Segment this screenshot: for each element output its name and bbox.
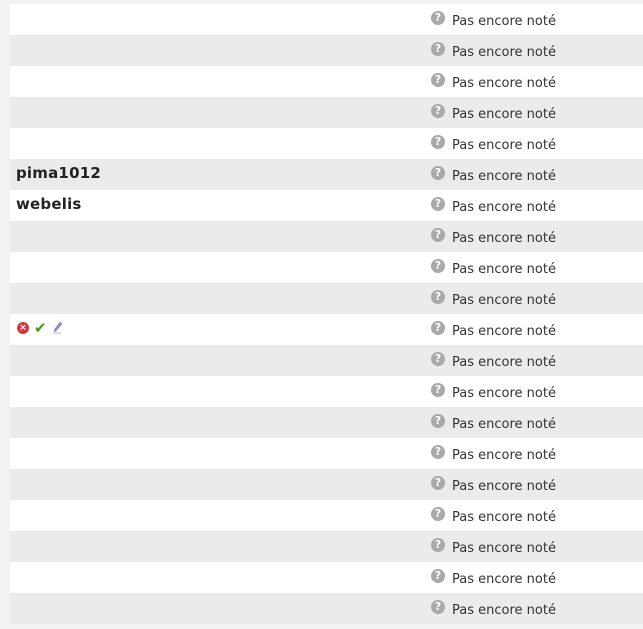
question-icon[interactable]: ? [431, 507, 445, 521]
question-icon[interactable]: ? [431, 476, 445, 490]
username[interactable]: webelis [16, 195, 82, 213]
approve-icon[interactable]: ✔ [34, 321, 47, 336]
rating-status: ? Pas encore noté [431, 10, 556, 30]
list-item: × ✔ ? Pas encore noté [10, 314, 643, 345]
rating-status: ? Pas encore noté [431, 134, 556, 154]
rating-status: ? Pas encore noté [431, 382, 556, 402]
delete-icon[interactable]: × [17, 322, 29, 334]
question-icon[interactable]: ? [431, 538, 445, 552]
question-icon[interactable]: ? [431, 321, 445, 335]
rating-status-text: Pas encore noté [452, 417, 556, 432]
rating-status: ? Pas encore noté [431, 351, 556, 371]
question-icon[interactable]: ? [431, 73, 445, 87]
rating-status-text: Pas encore noté [452, 572, 556, 587]
rating-status: ? Pas encore noté [431, 444, 556, 464]
question-icon[interactable]: ? [431, 42, 445, 56]
rating-status: ? Pas encore noté [431, 165, 556, 185]
question-icon[interactable]: ? [431, 104, 445, 118]
rating-status: ? Pas encore noté [431, 320, 556, 340]
rating-status-text: Pas encore noté [452, 324, 556, 339]
question-icon[interactable]: ? [431, 445, 445, 459]
rating-status-text: Pas encore noté [452, 138, 556, 153]
rating-status-text: Pas encore noté [452, 293, 556, 308]
rating-status-text: Pas encore noté [452, 76, 556, 91]
question-icon[interactable]: ? [431, 228, 445, 242]
list-item: webelis ? Pas encore noté [10, 190, 643, 221]
rating-status-text: Pas encore noté [452, 386, 556, 401]
rating-status-text: Pas encore noté [452, 200, 556, 215]
rating-status: ? Pas encore noté [431, 227, 556, 247]
list-item: ? Pas encore noté [10, 500, 643, 531]
rating-status-text: Pas encore noté [452, 448, 556, 463]
question-icon[interactable]: ? [431, 414, 445, 428]
rating-status-text: Pas encore noté [452, 14, 556, 29]
list-item: ? Pas encore noté [10, 97, 643, 128]
list-item: ? Pas encore noté [10, 345, 643, 376]
rating-status: ? Pas encore noté [431, 537, 556, 557]
username[interactable]: pima1012 [16, 164, 101, 182]
question-icon[interactable]: ? [431, 259, 445, 273]
list-item: ? Pas encore noté [10, 221, 643, 252]
list-item: ? Pas encore noté [10, 531, 643, 562]
rating-status-text: Pas encore noté [452, 169, 556, 184]
rating-status-text: Pas encore noté [452, 479, 556, 494]
rating-status-text: Pas encore noté [452, 603, 556, 618]
list-item: ? Pas encore noté [10, 593, 643, 624]
question-icon[interactable]: ? [431, 166, 445, 180]
rating-status: ? Pas encore noté [431, 41, 556, 61]
rating-status-text: Pas encore noté [452, 45, 556, 60]
rating-status-text: Pas encore noté [452, 510, 556, 525]
rating-status: ? Pas encore noté [431, 475, 556, 495]
rating-status: ? Pas encore noté [431, 196, 556, 216]
rating-status: ? Pas encore noté [431, 258, 556, 278]
rating-status: ? Pas encore noté [431, 72, 556, 92]
list-item: ? Pas encore noté [10, 66, 643, 97]
question-icon[interactable]: ? [431, 290, 445, 304]
list-item: ? Pas encore noté [10, 376, 643, 407]
row-actions: × ✔ [17, 321, 62, 336]
rating-status-text: Pas encore noté [452, 107, 556, 122]
rating-status-text: Pas encore noté [452, 355, 556, 370]
rating-status-text: Pas encore noté [452, 541, 556, 556]
rating-status: ? Pas encore noté [431, 103, 556, 123]
rating-status: ? Pas encore noté [431, 413, 556, 433]
question-icon[interactable]: ? [431, 600, 445, 614]
question-icon[interactable]: ? [431, 352, 445, 366]
rating-status-text: Pas encore noté [452, 262, 556, 277]
list-item: ? Pas encore noté [10, 283, 643, 314]
list-item: ? Pas encore noté [10, 4, 643, 35]
list-item: pima1012 ? Pas encore noté [10, 159, 643, 190]
list-item: ? Pas encore noté [10, 35, 643, 66]
list-item: ? Pas encore noté [10, 407, 643, 438]
question-icon[interactable]: ? [431, 197, 445, 211]
rating-status: ? Pas encore noté [431, 289, 556, 309]
list-item: ? Pas encore noté [10, 469, 643, 500]
rating-status-text: Pas encore noté [452, 231, 556, 246]
rating-status: ? Pas encore noté [431, 506, 556, 526]
edit-icon[interactable] [52, 322, 62, 334]
question-icon[interactable]: ? [431, 11, 445, 25]
question-icon[interactable]: ? [431, 569, 445, 583]
list-item: ? Pas encore noté [10, 438, 643, 469]
rating-status: ? Pas encore noté [431, 599, 556, 619]
list-item: ? Pas encore noté [10, 128, 643, 159]
question-icon[interactable]: ? [431, 135, 445, 149]
rating-list: ? Pas encore noté ? Pas encore noté ? Pa… [10, 4, 643, 624]
question-icon[interactable]: ? [431, 383, 445, 397]
rating-status: ? Pas encore noté [431, 568, 556, 588]
list-item: ? Pas encore noté [10, 562, 643, 593]
list-item: ? Pas encore noté [10, 252, 643, 283]
